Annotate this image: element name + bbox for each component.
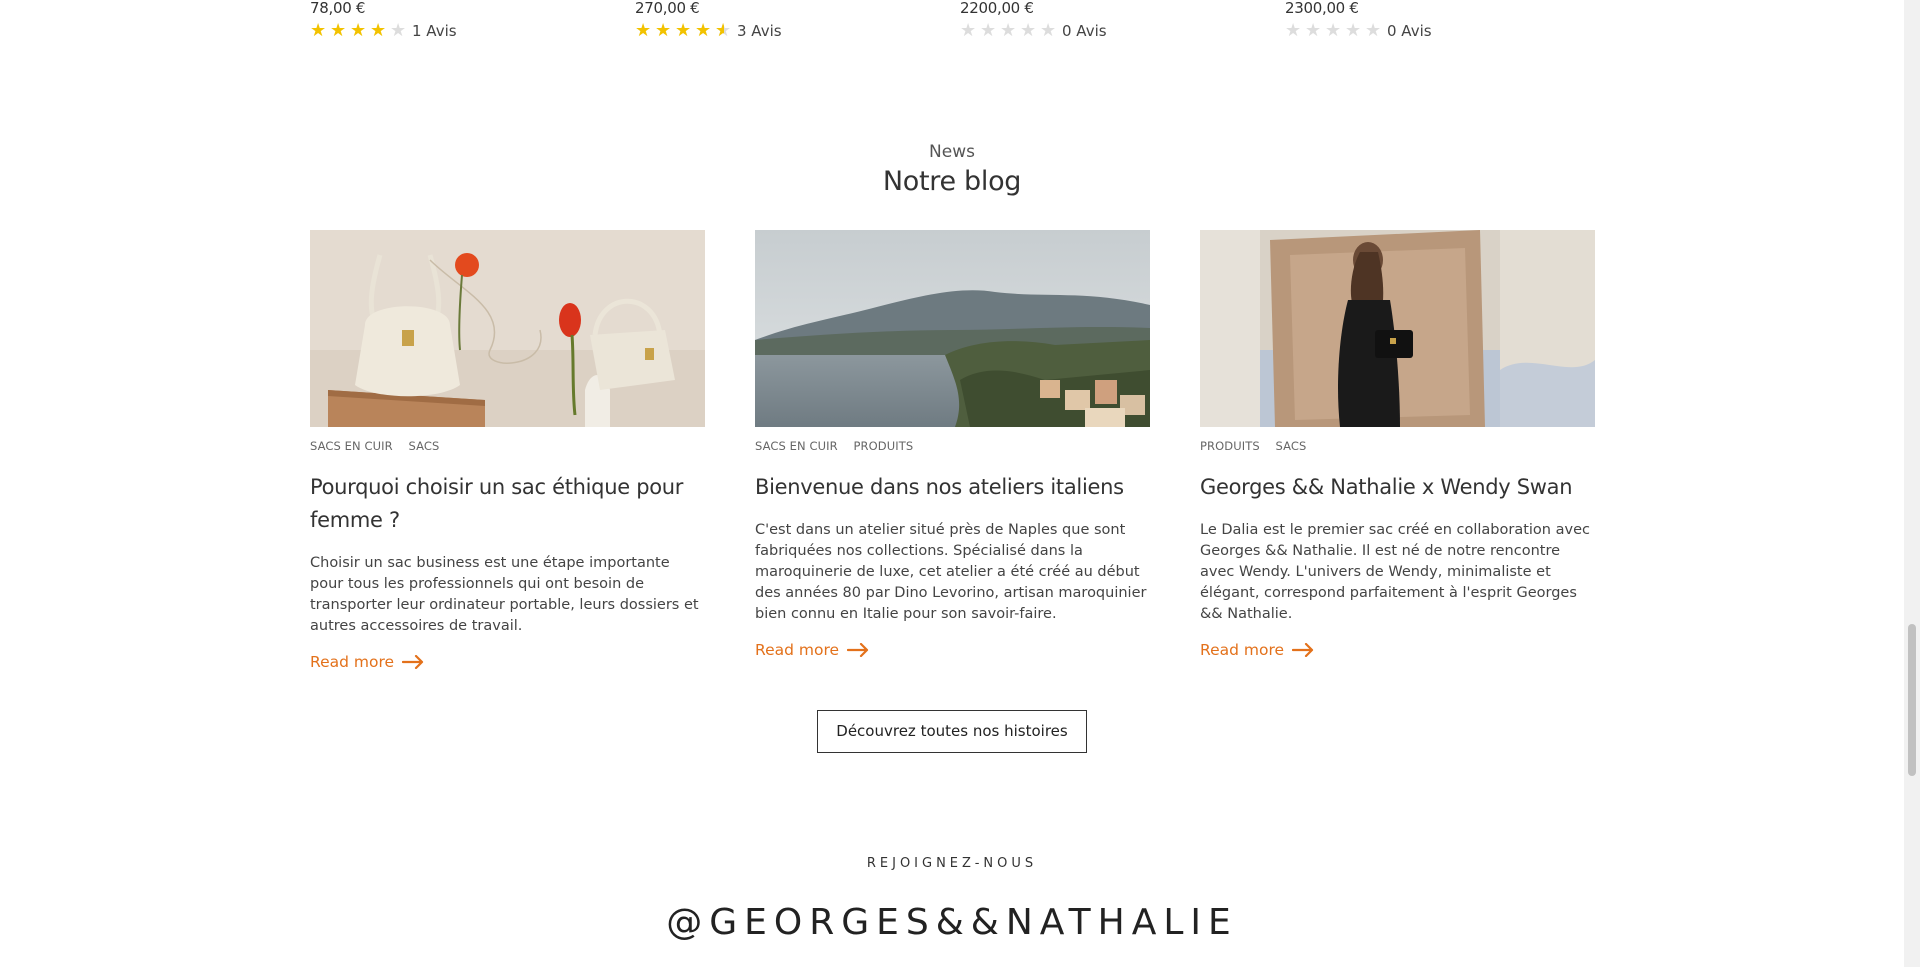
- post-title[interactable]: Bienvenue dans nos ateliers italiens: [755, 471, 1150, 504]
- blog-card: PRODUITS SACS Georges && Nathalie x Wend…: [1200, 230, 1595, 659]
- blog-image-coastline[interactable]: [755, 230, 1150, 427]
- star-rating: ★ ★ ★ ★ ★: [960, 22, 1058, 40]
- star-icon: ★: [1365, 20, 1382, 41]
- star-icon: ★: [350, 20, 367, 41]
- tag-link[interactable]: SACS EN CUIR: [310, 439, 393, 453]
- star-icon: ★: [980, 20, 997, 41]
- post-title[interactable]: Georges && Nathalie x Wendy Swan: [1200, 471, 1595, 504]
- read-more-link[interactable]: Read more: [310, 653, 705, 671]
- arrow-right-icon: [847, 643, 869, 657]
- tag-link[interactable]: SACS: [408, 439, 439, 453]
- star-icon: ★: [1000, 20, 1017, 41]
- cta-container: Découvrez toutes nos histoires: [0, 710, 1904, 753]
- blog-image-woman-with-bag[interactable]: [1200, 230, 1595, 427]
- join-us-label: REJOIGNEZ-NOUS: [866, 856, 1038, 871]
- blog-card: SACS EN CUIR SACS Pourquoi choisir un sa…: [310, 230, 705, 671]
- product-strip: 78,00 € ★★★★★ 1 Avis 270,00 € ★★★★★ 3 Av…: [310, 0, 1610, 44]
- post-excerpt: Choisir un sac business est une étape im…: [310, 555, 699, 634]
- product-card[interactable]: 270,00 € ★★★★★ 3 Avis: [635, 0, 782, 42]
- post-tags: PRODUITS SACS: [1200, 439, 1595, 455]
- star-icon: ★: [370, 20, 387, 41]
- read-more-label: Read more: [310, 653, 395, 671]
- arrow-right-icon: [402, 655, 424, 669]
- post-excerpt: C'est dans un atelier situé près de Napl…: [755, 522, 1147, 622]
- star-icon: ★: [635, 20, 652, 41]
- star-rating: ★ ★ ★ ★ ★: [1285, 22, 1383, 40]
- product-price: 78,00 €: [310, 0, 366, 17]
- read-more-link[interactable]: Read more: [1200, 641, 1595, 659]
- star-icon: ★: [960, 20, 977, 41]
- review-count[interactable]: 3 Avis: [737, 22, 782, 40]
- star-icon: ★: [1285, 20, 1302, 41]
- tag-link[interactable]: PRODUITS: [1200, 439, 1260, 453]
- tag-link[interactable]: SACS: [1276, 439, 1307, 453]
- product-rating: ★ ★ ★ ★ ★ 0 Avis: [1285, 20, 1432, 42]
- product-card[interactable]: 2300,00 € ★ ★ ★ ★ ★ 0 Avis: [1285, 0, 1432, 42]
- product-card[interactable]: 78,00 € ★ ★ ★ ★ ★ 1 Avis: [310, 0, 457, 42]
- arrow-right-icon: [1292, 643, 1314, 657]
- page-scrollbar[interactable]: [1904, 0, 1920, 967]
- star-icon: ★: [1325, 20, 1342, 41]
- review-count[interactable]: 0 Avis: [1062, 22, 1107, 40]
- product-rating: ★★★★★ 3 Avis: [635, 20, 782, 42]
- post-tags: SACS EN CUIR PRODUITS: [755, 439, 1150, 455]
- blog-card: SACS EN CUIR PRODUITS Bienvenue dans nos…: [755, 230, 1150, 659]
- star-rating: ★ ★ ★ ★ ★: [635, 20, 733, 41]
- star-icon: ★: [695, 20, 712, 41]
- scrollbar-thumb[interactable]: [1908, 624, 1916, 776]
- star-icon: ★: [1020, 20, 1037, 41]
- product-rating: ★ ★ ★ ★ ★ 0 Avis: [960, 20, 1107, 42]
- review-count[interactable]: 0 Avis: [1387, 22, 1432, 40]
- star-icon: ★: [655, 20, 672, 41]
- star-icon: ★: [330, 20, 347, 41]
- star-rating: ★ ★ ★ ★ ★: [310, 22, 408, 40]
- tag-link[interactable]: PRODUITS: [853, 439, 913, 453]
- star-icon: ★: [1305, 20, 1322, 41]
- social-handle[interactable]: @GEORGES&&NATHALIE: [0, 902, 1904, 943]
- read-more-link[interactable]: Read more: [755, 641, 1150, 659]
- star-icon: ★: [1040, 20, 1057, 41]
- section-title: Notre blog: [882, 166, 1022, 197]
- star-icon: ★: [390, 20, 407, 41]
- blog-image-bags-and-tulips[interactable]: [310, 230, 705, 427]
- page-viewport: 78,00 € ★★★★★ 1 Avis 270,00 € ★★★★★ 3 Av…: [0, 0, 1904, 967]
- all-stories-button[interactable]: Découvrez toutes nos histoires: [817, 710, 1087, 753]
- read-more-label: Read more: [1200, 641, 1285, 659]
- product-card[interactable]: 2200,00 € ★ ★ ★ ★ ★ 0 Avis: [960, 0, 1107, 42]
- post-excerpt: Le Dalia est le premier sac créé en coll…: [1200, 522, 1590, 622]
- star-icon: ★: [675, 20, 692, 41]
- product-price: 2300,00 €: [1285, 0, 1359, 17]
- review-count[interactable]: 1 Avis: [412, 22, 457, 40]
- read-more-label: Read more: [755, 641, 840, 659]
- star-icon: ★: [1345, 20, 1362, 41]
- product-price: 270,00 €: [635, 0, 700, 17]
- product-price: 2200,00 €: [960, 0, 1034, 17]
- post-title[interactable]: Pourquoi choisir un sac éthique pour fem…: [310, 471, 705, 537]
- post-tags: SACS EN CUIR SACS: [310, 439, 705, 455]
- star-icon: ★: [715, 22, 733, 41]
- tag-link[interactable]: SACS EN CUIR: [755, 439, 838, 453]
- product-rating: ★ ★ ★ ★ ★ 1 Avis: [310, 20, 457, 42]
- star-icon: ★: [310, 20, 327, 41]
- section-eyebrow: News: [929, 142, 975, 162]
